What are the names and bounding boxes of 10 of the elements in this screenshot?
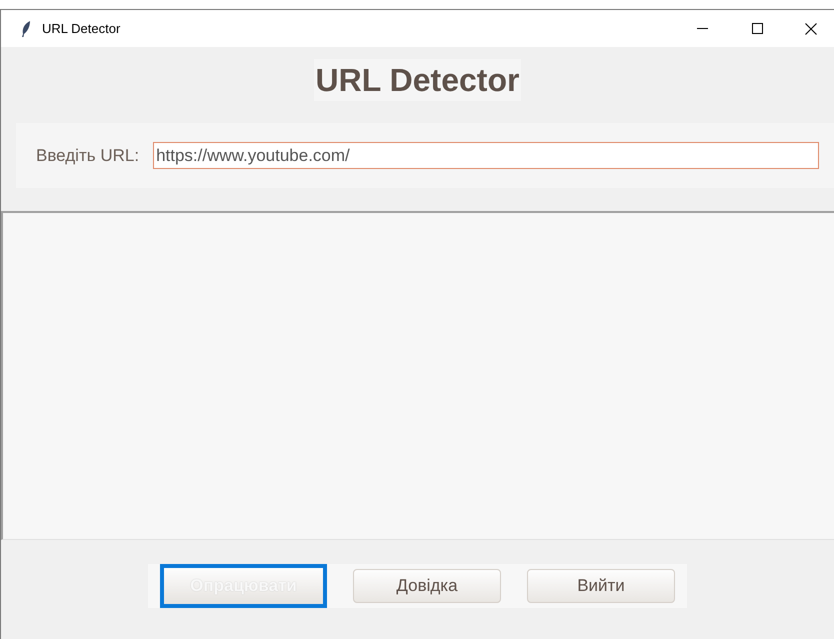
app-heading: URL Detector bbox=[314, 59, 522, 101]
feather-icon bbox=[21, 20, 31, 36]
action-button[interactable]: Вийти bbox=[527, 569, 675, 603]
minimize-icon bbox=[696, 28, 708, 29]
action-button[interactable]: Довідка bbox=[353, 569, 501, 603]
url-field[interactable]: https://www.youtube.com/ bbox=[153, 142, 819, 169]
window-title: URL Detector bbox=[42, 20, 120, 38]
url-label: Введіть URL: bbox=[36, 144, 140, 167]
close-icon bbox=[805, 22, 817, 34]
maximize-icon bbox=[752, 23, 762, 34]
